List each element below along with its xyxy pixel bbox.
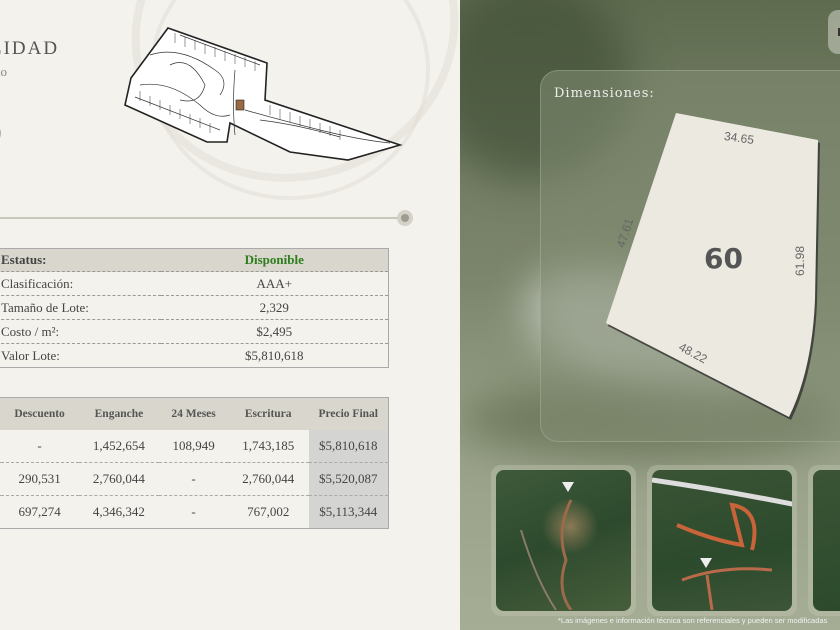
development-title: LIDAD	[0, 38, 60, 59]
row-value: AAA+	[160, 271, 389, 296]
table-row: Costo / m²: $2,495	[0, 319, 389, 344]
table-row: Estatus: Disponible	[0, 248, 389, 272]
location-pin-icon	[700, 558, 712, 568]
table-row: -1,452,654 108,949 1,743,185 $5,810,618	[0, 429, 389, 463]
status-value: Disponible	[160, 248, 389, 272]
lot-info-panel: LIDAD no 0 Estatus:Disponible Clasificac…	[0, 0, 460, 630]
gallery-thumbnail-3[interactable]	[808, 465, 840, 616]
table-row: Valor Lote: $5,810,618	[0, 343, 389, 368]
table-row: 697,274 4,346,342-767,002 $5,113,344	[0, 495, 389, 529]
final-price: $5,520,087	[308, 462, 389, 496]
row-label: Valor Lote:	[0, 343, 161, 368]
cell: 767,002	[227, 495, 309, 529]
cell: -	[0, 429, 79, 463]
aerial-photo	[813, 470, 840, 611]
cell: 697,274	[0, 495, 79, 529]
cell: 1,743,185	[227, 429, 309, 463]
masterplan-map[interactable]	[120, 25, 405, 165]
selected-lot-marker	[235, 99, 245, 111]
cell: 108,949	[159, 429, 228, 463]
dimension-right: 61.98	[793, 245, 808, 277]
location-pin-icon	[562, 482, 574, 492]
lot-details-table: Estatus: Disponible Clasificación: AAA+ Ta…	[0, 248, 389, 368]
cell: 2,760,044	[227, 462, 309, 496]
aerial-photo	[496, 470, 631, 611]
col-descuento: Descuento	[0, 397, 79, 430]
row-value: $5,810,618	[160, 343, 389, 368]
gallery-thumbnail-2[interactable]	[647, 465, 797, 616]
dimensions-label: Dimensiones:	[554, 86, 655, 101]
final-price: $5,113,344	[308, 495, 389, 529]
cell: -	[159, 495, 228, 529]
aerial-photo	[652, 470, 792, 611]
lot-number-heading: 0	[0, 112, 1, 165]
final-price: $5,810,618	[308, 429, 389, 463]
payment-plans-table: Descuento Enganche 24 Meses Escritura Pr…	[0, 397, 389, 529]
table-row: Clasificación: AAA+	[0, 271, 389, 296]
menu-button[interactable]	[828, 10, 840, 54]
table-row: 290,531 2,760,044-2,760,044 $5,520,087	[0, 462, 389, 496]
development-subtitle: no	[0, 64, 7, 79]
lot-number: 60	[704, 242, 743, 275]
cell: 2,760,044	[78, 462, 160, 496]
row-value: 2,329	[160, 295, 389, 320]
timeline-slider-track[interactable]	[0, 217, 400, 219]
timeline-slider-handle[interactable]	[397, 210, 413, 226]
row-label: Costo / m²:	[0, 319, 161, 344]
gallery-thumbnail-1[interactable]	[491, 465, 636, 616]
row-label: Clasificación:	[0, 271, 161, 296]
table-header-row: Descuento Enganche 24 Meses Escritura Pr…	[0, 397, 389, 430]
col-24-meses: 24 Meses	[159, 397, 228, 430]
cell: 4,346,342	[78, 495, 160, 529]
cell: 1,452,654	[78, 429, 160, 463]
col-enganche: Enganche	[78, 397, 160, 430]
col-precio-final: Precio Final	[308, 397, 389, 430]
table-row: Tamaño de Lote: 2,329	[0, 295, 389, 320]
row-label: Estatus:	[0, 248, 161, 272]
disclaimer-note: *Las imágenes e información técnica son …	[558, 616, 828, 625]
col-escritura: Escritura	[227, 397, 309, 430]
row-label: Tamaño de Lote:	[0, 295, 161, 320]
cell: -	[159, 462, 228, 496]
cell: 290,531	[0, 462, 79, 496]
row-value: $2,495	[160, 319, 389, 344]
